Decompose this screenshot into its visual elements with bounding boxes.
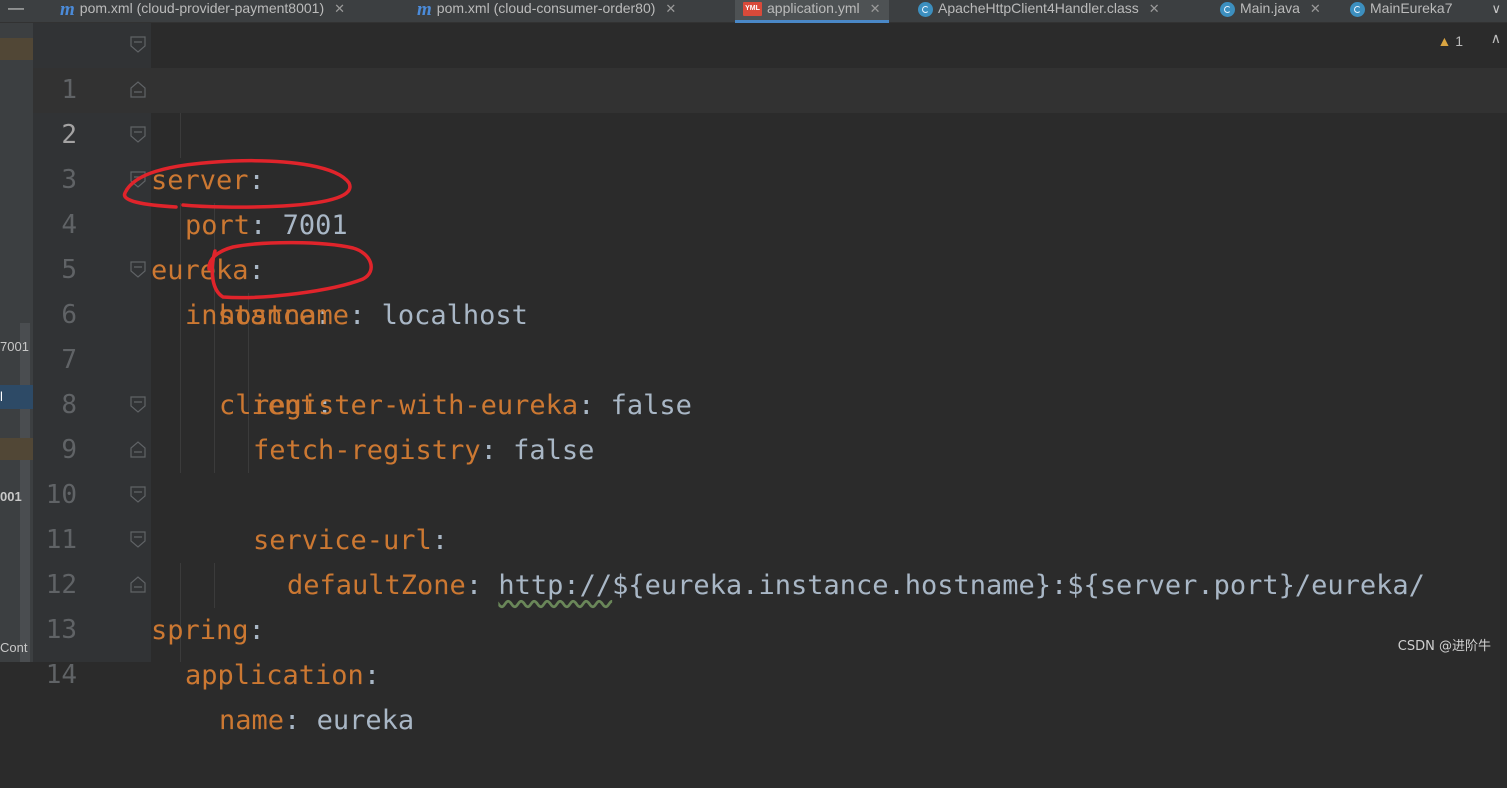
selection-highlight	[0, 438, 33, 460]
fold-open-icon[interactable]	[130, 396, 146, 413]
code-line[interactable]: 3 eureka:	[33, 113, 1507, 286]
tab-pom-order[interactable]: m pom.xml (cloud-consumer-order80) ✕	[417, 0, 676, 22]
code-line[interactable]: 8 fetch-registry: false	[33, 338, 1507, 466]
code-line[interactable]: 4 instance:	[33, 158, 1507, 331]
project-panel-edge: 7001 l 001 Cont	[0, 23, 33, 662]
code-line[interactable]: 12 application:	[33, 518, 1507, 691]
minimize-icon[interactable]: —	[0, 0, 32, 22]
line-number: 14	[45, 660, 77, 690]
code-line[interactable]: 6 client:	[33, 248, 1507, 421]
tab-application-yml[interactable]: YML application.yml ✕	[735, 0, 889, 23]
class-icon	[918, 1, 933, 17]
watermark: CSDN @进阶牛	[1397, 639, 1491, 654]
panel-text-fragment: 001	[0, 489, 22, 504]
selected-row[interactable]	[0, 385, 33, 409]
colon: :	[363, 660, 381, 691]
fold-open-icon[interactable]	[130, 171, 146, 188]
yaml-key: name	[219, 705, 285, 736]
tab-label: application.yml	[767, 0, 860, 16]
tab-label: pom.xml (cloud-provider-payment8001)	[79, 0, 325, 16]
maven-icon: m	[417, 0, 432, 20]
code-line[interactable]: 5 hostname: localhost	[33, 203, 1507, 331]
java-class-icon	[1350, 1, 1365, 17]
close-icon[interactable]: ✕	[665, 1, 676, 16]
close-icon[interactable]: ✕	[870, 1, 881, 16]
fold-open-icon[interactable]	[130, 126, 146, 143]
close-icon[interactable]: ✕	[1310, 1, 1321, 16]
fold-open-icon[interactable]	[130, 531, 146, 548]
fold-open-icon[interactable]	[130, 261, 146, 278]
code-line[interactable]: 14	[33, 608, 1507, 690]
code-line[interactable]: 10 defaultZone: http://${eureka.instance…	[33, 428, 1507, 601]
code-line[interactable]: 9 service-url:	[33, 383, 1507, 556]
code-line[interactable]: 7 register-with-eureka: false	[33, 293, 1507, 421]
tab-label: ApacheHttpClient4Handler.class	[938, 0, 1139, 16]
yml-file-icon: YML	[743, 2, 762, 17]
code-line[interactable]: 13 name: eureka	[33, 563, 1507, 736]
panel-text-fragment: l	[0, 389, 3, 404]
panel-text-fragment: Cont	[0, 640, 28, 655]
code-line[interactable]: 1 server:	[33, 23, 1507, 196]
panel-text-fragment: 7001	[0, 339, 29, 354]
close-icon[interactable]: ✕	[1149, 1, 1160, 16]
maven-icon: m	[60, 0, 75, 20]
tab-pom-payment[interactable]: m pom.xml (cloud-provider-payment8001) ✕	[60, 0, 345, 22]
tab-label: MainEureka7	[1370, 0, 1453, 16]
yaml-key: application	[185, 660, 364, 691]
tab-main-java[interactable]: Main.java ✕	[1220, 0, 1321, 22]
fold-open-icon[interactable]	[130, 486, 146, 503]
inspection-warning-indicator[interactable]: ▲ 1	[1437, 33, 1463, 49]
tab-main-eureka[interactable]: MainEureka7	[1350, 0, 1453, 22]
close-icon[interactable]: ✕	[334, 1, 345, 16]
colon: :	[284, 705, 301, 736]
yaml-value: eureka	[316, 705, 415, 736]
fold-close-icon[interactable]	[130, 81, 146, 98]
tab-list-chevron-icon[interactable]: ∨	[1491, 0, 1501, 18]
warning-count: 1	[1455, 33, 1463, 49]
warning-icon: ▲	[1437, 33, 1452, 49]
chevron-up-icon[interactable]: ∧	[1491, 31, 1501, 47]
java-class-icon	[1220, 1, 1235, 17]
tab-label: Main.java	[1240, 0, 1300, 16]
code-line-current[interactable]: 2 port: 7001	[33, 68, 1507, 241]
tab-apache-handler[interactable]: ApacheHttpClient4Handler.class ✕	[918, 0, 1160, 22]
tab-label: pom.xml (cloud-consumer-order80)	[436, 0, 656, 16]
fold-close-icon[interactable]	[130, 441, 146, 458]
fold-open-icon[interactable]	[130, 36, 146, 53]
editor-tab-bar: — m pom.xml (cloud-provider-payment8001) ✕…	[0, 0, 1507, 23]
code-line[interactable]: 11 spring:	[33, 473, 1507, 646]
selection-highlight	[0, 38, 33, 60]
code-editor[interactable]: 1 server: 2 port: 7001 3 eureka: 4 insta…	[33, 23, 1507, 736]
fold-close-icon[interactable]	[130, 576, 146, 593]
